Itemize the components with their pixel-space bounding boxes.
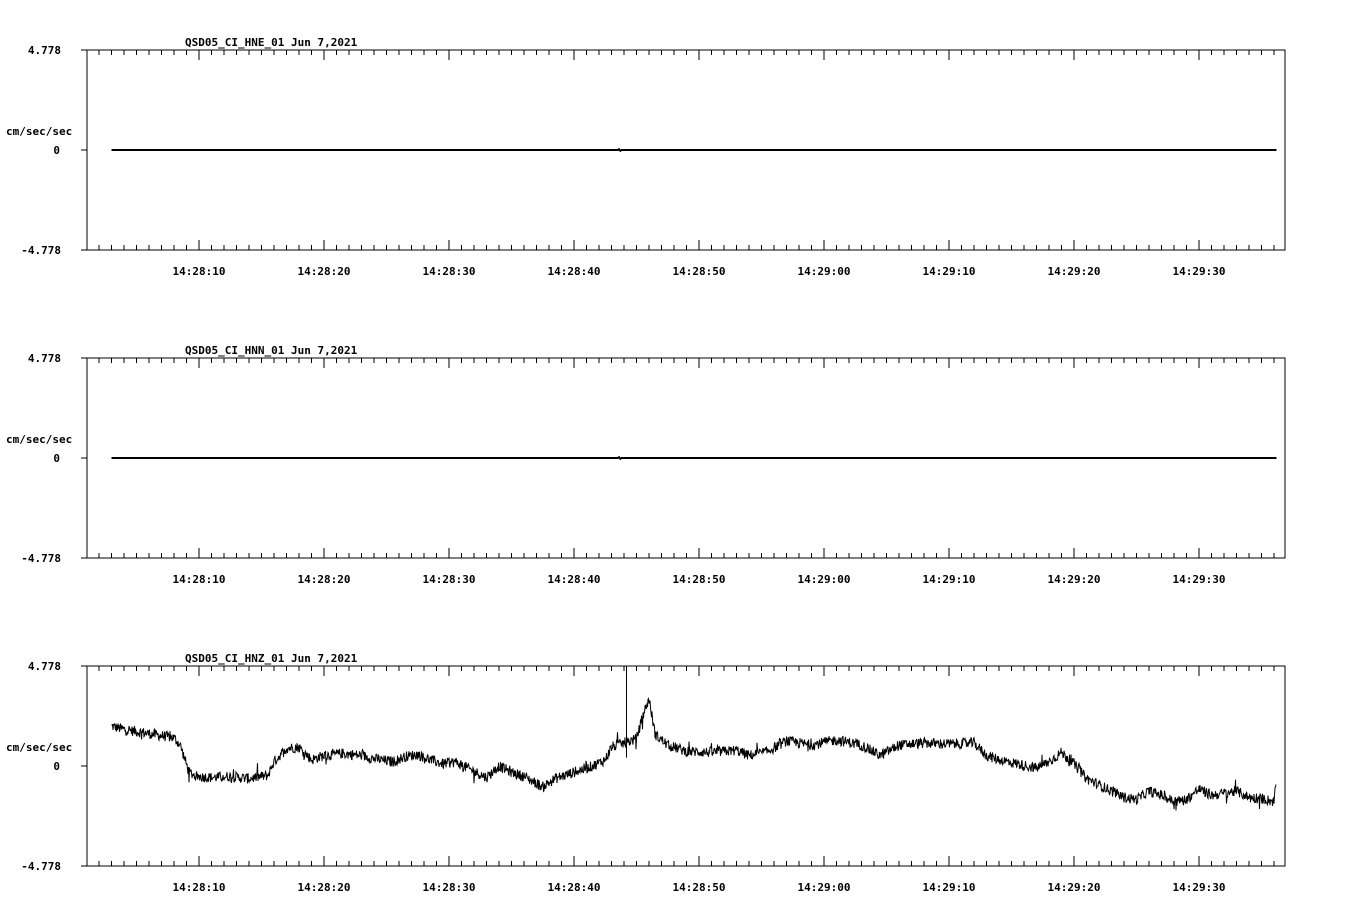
x-tick-label: 14:28:40 <box>548 265 601 278</box>
x-tick-label: 14:29:10 <box>923 573 976 586</box>
x-tick-label: 14:28:40 <box>548 573 601 586</box>
x-tick-label: 14:28:10 <box>173 573 226 586</box>
x-tick-label: 14:28:30 <box>423 881 476 894</box>
x-tick-label: 14:28:20 <box>298 265 351 278</box>
waveform-trace <box>111 697 1277 811</box>
waveform-trace <box>111 147 1277 153</box>
y-tick-label: -4.778 <box>21 244 61 257</box>
x-tick-label: 14:28:10 <box>173 265 226 278</box>
x-tick-label: 14:28:50 <box>673 265 726 278</box>
y-tick-label: 4.778 <box>28 44 61 57</box>
x-tick-label: 14:28:20 <box>298 881 351 894</box>
x-tick-label: 14:29:30 <box>1173 573 1226 586</box>
seismogram-panel-1: QSD05_CI_HNE_01 Jun 7,2021 4.778 0 -4.778 cm… <box>6 36 1286 278</box>
x-tick-label: 14:29:00 <box>798 881 851 894</box>
x-tick-label: 14:29:00 <box>798 265 851 278</box>
y-tick-label: 0 <box>53 452 60 465</box>
y-tick-label: 4.778 <box>28 352 61 365</box>
x-tick-label: 14:29:10 <box>923 881 976 894</box>
x-tick-label: 14:29:30 <box>1173 265 1226 278</box>
y-tick-label: 0 <box>53 760 60 773</box>
y-tick-label: 4.778 <box>28 660 61 673</box>
x-tick-label: 14:28:50 <box>673 881 726 894</box>
x-tick-label: 14:29:30 <box>1173 881 1226 894</box>
chart-title: QSD05_CI_HNZ_01 Jun 7,2021 <box>185 652 358 665</box>
x-tick-label: 14:28:30 <box>423 573 476 586</box>
chart-title: QSD05_CI_HNN_01 Jun 7,2021 <box>185 344 358 357</box>
x-tick-label: 14:29:20 <box>1048 265 1101 278</box>
x-tick-label: 14:29:10 <box>923 265 976 278</box>
x-tick-label: 14:28:40 <box>548 881 601 894</box>
x-tick-label: 14:28:20 <box>298 573 351 586</box>
waveform-trace <box>111 455 1277 461</box>
x-tick-label: 14:28:30 <box>423 265 476 278</box>
chart-title: QSD05_CI_HNE_01 Jun 7,2021 <box>185 36 358 49</box>
y-tick-label: -4.778 <box>21 552 61 565</box>
y-axis-label: cm/sec/sec <box>6 125 72 138</box>
y-axis-label: cm/sec/sec <box>6 741 72 754</box>
x-tick-label: 14:29:00 <box>798 573 851 586</box>
x-tick-label: 14:29:20 <box>1048 573 1101 586</box>
plot-frame <box>86 665 1286 867</box>
y-tick-label: 0 <box>53 144 60 157</box>
y-axis-label: cm/sec/sec <box>6 433 72 446</box>
seismogram-plots: QSD05_CI_HNE_01 Jun 7,2021 4.778 0 -4.778 cm… <box>6 36 1286 894</box>
x-tick-label: 14:29:20 <box>1048 881 1101 894</box>
seismogram-panel-2: QSD05_CI_HNN_01 Jun 7,2021 4.778 0 -4.778 cm… <box>6 344 1286 586</box>
x-tick-label: 14:28:10 <box>173 881 226 894</box>
seismogram-panel-3: QSD05_CI_HNZ_01 Jun 7,2021 4.778 0 -4.778 cm… <box>6 652 1286 894</box>
y-tick-label: -4.778 <box>21 860 61 873</box>
x-tick-label: 14:28:50 <box>673 573 726 586</box>
